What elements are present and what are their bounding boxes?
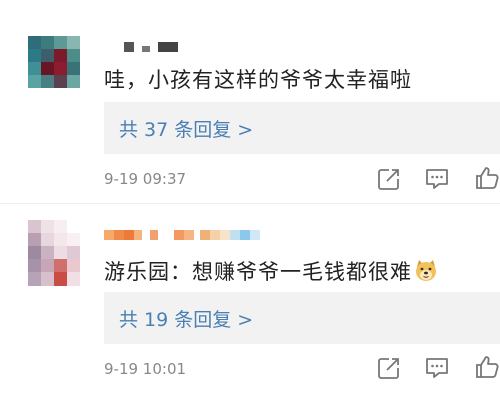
comment-text-content: 游乐园：想赚爷爷一毛钱都很难 (104, 260, 412, 284)
username-redacted[interactable] (104, 42, 180, 52)
avatar[interactable] (28, 220, 80, 286)
comment-text: 哇，小孩有这样的爷爷太幸福啦 (104, 68, 412, 92)
username-redacted[interactable] (104, 230, 264, 240)
comment-item: 游乐园：想赚爷爷一毛钱都很难 共 19 条回复 > 9-19 10:01 (0, 204, 500, 406)
replies-count-label[interactable]: 共 19 条回复 > (119, 305, 253, 332)
comment-feed: 哇，小孩有这样的爷爷太幸福啦 共 37 条回复 > 9-19 09:37 游乐园… (0, 0, 500, 406)
like-icon[interactable] (474, 165, 500, 191)
comment-timestamp: 9-19 10:01 (104, 360, 187, 378)
comment-icon[interactable] (424, 166, 450, 192)
comment-timestamp: 9-19 09:37 (104, 170, 187, 188)
comment-item: 哇，小孩有这样的爷爷太幸福啦 共 37 条回复 > 9-19 09:37 (0, 0, 500, 200)
avatar[interactable] (28, 36, 80, 88)
doge-emoji-icon (416, 260, 436, 281)
repost-icon[interactable] (376, 355, 402, 381)
comment-text: 游乐园：想赚爷爷一毛钱都很难 (104, 256, 438, 286)
like-icon[interactable] (474, 354, 500, 380)
replies-link[interactable]: 共 19 条回复 > (104, 292, 500, 344)
repost-icon[interactable] (376, 166, 402, 192)
replies-link[interactable]: 共 37 条回复 > (104, 102, 500, 154)
replies-count-label[interactable]: 共 37 条回复 > (119, 115, 253, 142)
comment-icon[interactable] (424, 355, 450, 381)
